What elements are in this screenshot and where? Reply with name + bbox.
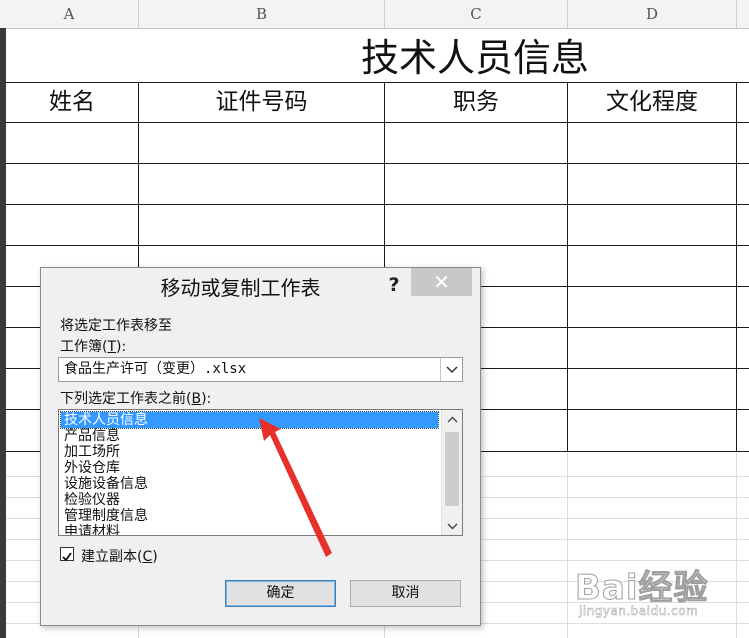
checkmark-icon	[62, 552, 72, 562]
table-border	[6, 245, 749, 246]
watermark-logo: Bai经验	[575, 568, 709, 609]
column-header-b[interactable]: B	[139, 0, 385, 28]
create-copy-checkbox[interactable]	[60, 547, 74, 562]
gridline	[567, 452, 568, 638]
create-copy-label[interactable]: 建立副本(C)	[81, 546, 158, 566]
baidu-jingyan-watermark: Bai经验 jingyan.baidu.com	[575, 560, 745, 630]
list-scrollbar[interactable]	[441, 410, 462, 535]
help-button[interactable]: ?	[383, 272, 405, 298]
sheet-title[interactable]: 技术人员信息	[6, 28, 749, 81]
table-border	[736, 82, 737, 452]
list-item[interactable]: 管理制度信息	[61, 508, 438, 524]
table-border	[6, 163, 749, 164]
close-icon: ✕	[433, 270, 450, 294]
before-sheet-label: 下列选定工作表之前(B):	[60, 391, 212, 407]
chevron-down-icon[interactable]	[442, 517, 462, 535]
chevron-up-icon[interactable]	[442, 410, 462, 428]
list-item[interactable]: 申请材料	[61, 524, 438, 535]
header-name[interactable]: 姓名	[6, 83, 138, 122]
table-border	[567, 82, 568, 452]
list-item[interactable]: 设施设备信息	[61, 476, 438, 492]
table-border	[6, 204, 749, 205]
column-header-d[interactable]: D	[568, 0, 737, 28]
workbook-select-value: 食品生产许可（变更）.xlsx	[64, 361, 247, 377]
column-header-a[interactable]: A	[0, 0, 139, 28]
list-item[interactable]: 外设仓库	[61, 460, 438, 476]
ok-button[interactable]: 确定	[225, 580, 336, 607]
header-education[interactable]: 文化程度	[568, 83, 736, 122]
close-button[interactable]: ✕	[411, 268, 472, 296]
chevron-down-icon[interactable]	[440, 358, 462, 381]
column-header-row: A B C D	[0, 0, 749, 29]
workbook-label: 工作簿(T):	[60, 339, 127, 355]
column-header-c[interactable]: C	[385, 0, 568, 28]
list-item[interactable]: 技术人员信息	[60, 411, 439, 429]
move-to-label: 将选定工作表移至	[60, 318, 172, 334]
workbook-select[interactable]: 食品生产许可（变更）.xlsx	[58, 357, 463, 382]
header-position[interactable]: 职务	[385, 83, 567, 122]
sheet-list[interactable]: 技术人员信息 产品信息 加工场所 外设仓库 设施设备信息 检验仪器 管理制度信息…	[58, 409, 463, 536]
scrollbar-thumb[interactable]	[445, 432, 459, 506]
watermark-url: jingyan.baidu.com	[579, 604, 699, 618]
table-border	[6, 122, 749, 123]
header-id-number[interactable]: 证件号码	[139, 83, 384, 122]
list-item[interactable]: 加工场所	[61, 444, 438, 460]
cancel-button[interactable]: 取消	[350, 580, 461, 607]
list-item[interactable]: 产品信息	[61, 428, 438, 444]
list-item[interactable]: 检验仪器	[61, 492, 438, 508]
move-copy-sheet-dialog: 移动或复制工作表 ? ✕ 将选定工作表移至 工作簿(T): 食品生产许可（变更）…	[40, 267, 481, 626]
